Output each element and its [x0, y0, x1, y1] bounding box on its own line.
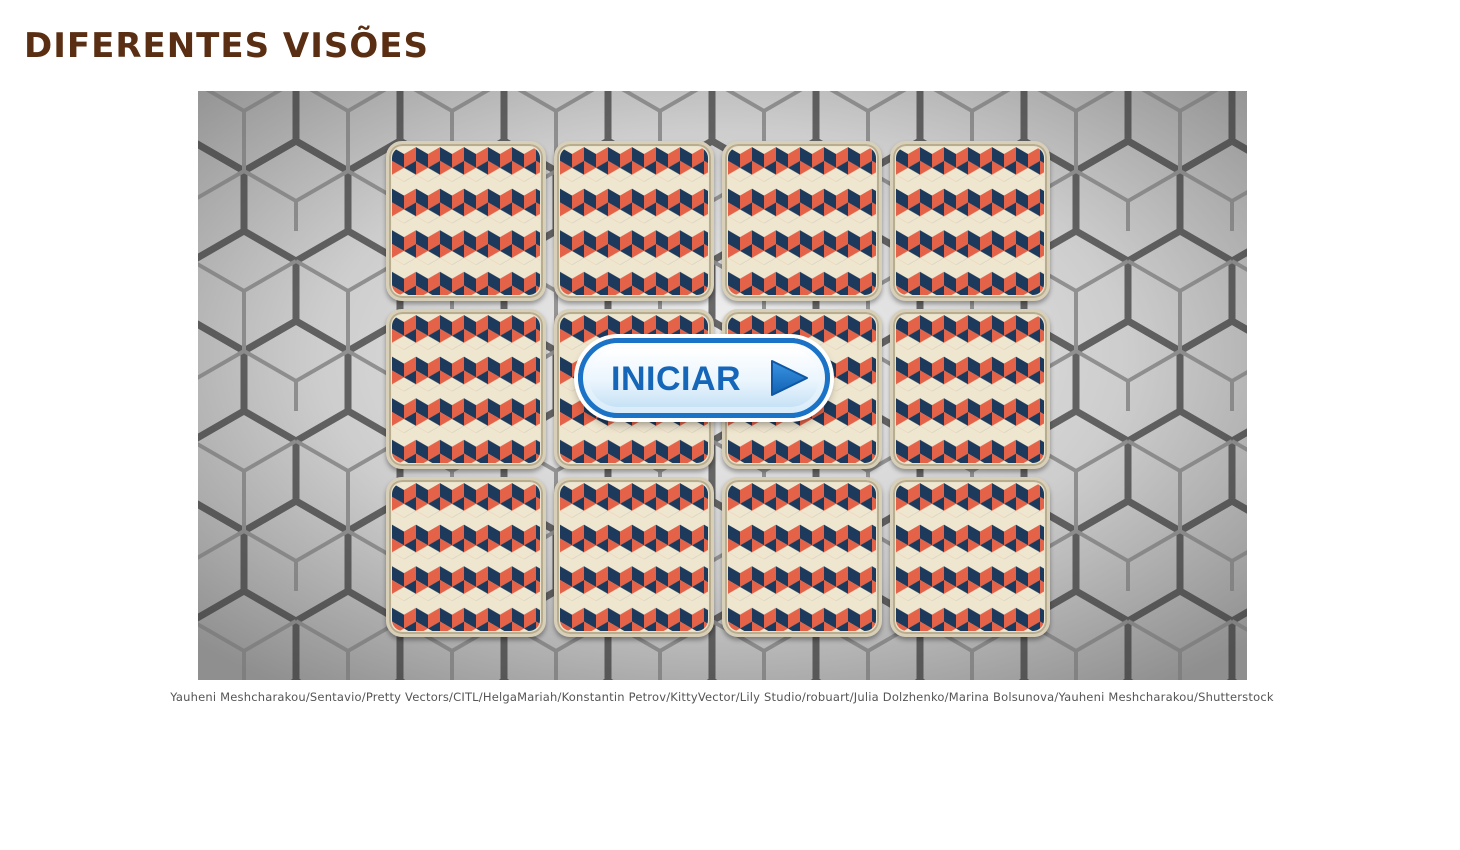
memory-card[interactable]	[722, 477, 882, 637]
card-back-pattern	[392, 315, 540, 463]
card-back-pattern	[728, 147, 876, 295]
play-arrow-icon	[771, 360, 808, 396]
memory-game-frame: INICIAR	[198, 91, 1247, 680]
memory-card[interactable]	[722, 141, 882, 301]
memory-card[interactable]	[890, 141, 1050, 301]
start-button-label: INICIAR	[611, 360, 742, 398]
memory-card[interactable]	[386, 477, 546, 637]
start-button[interactable]: INICIAR	[578, 338, 830, 418]
card-back-pattern	[560, 147, 708, 295]
memory-card[interactable]	[890, 477, 1050, 637]
memory-card[interactable]	[890, 309, 1050, 469]
memory-card[interactable]	[386, 309, 546, 469]
card-back-pattern	[392, 147, 540, 295]
memory-card[interactable]	[554, 141, 714, 301]
memory-card[interactable]	[554, 477, 714, 637]
page-title: DIFERENTES VISÕES	[24, 26, 429, 66]
card-back-pattern	[896, 483, 1044, 631]
card-back-pattern	[392, 483, 540, 631]
image-credits: Yauheni Meshcharakou/Sentavio/Pretty Vec…	[170, 690, 1274, 704]
card-back-pattern	[896, 315, 1044, 463]
card-back-pattern	[560, 483, 708, 631]
memory-card[interactable]	[386, 141, 546, 301]
card-back-pattern	[728, 483, 876, 631]
card-back-pattern	[896, 147, 1044, 295]
